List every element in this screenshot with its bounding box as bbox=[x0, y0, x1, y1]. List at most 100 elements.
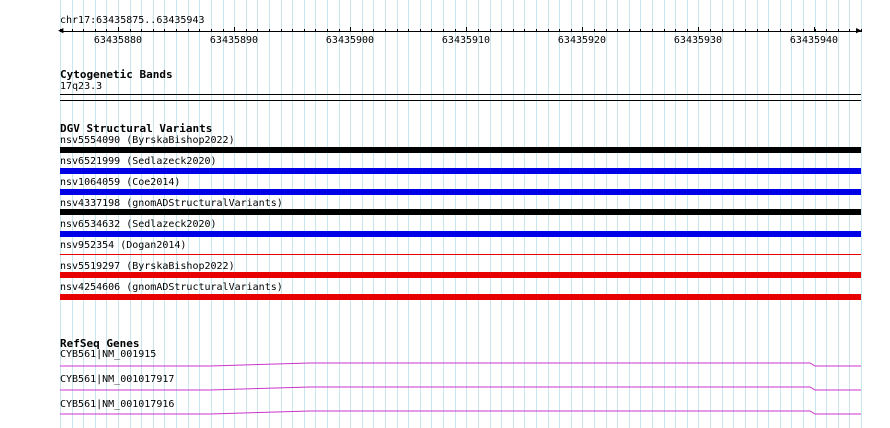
ruler-minor-tick bbox=[153, 29, 154, 32]
region-label: chr17:63435875..63435943 bbox=[60, 15, 205, 26]
ruler-minor-tick bbox=[281, 29, 282, 32]
ruler-minor-tick bbox=[815, 29, 816, 32]
dgv-track-title[interactable]: DGV Structural Variants bbox=[60, 122, 212, 135]
ruler-minor-tick bbox=[164, 29, 165, 32]
ruler-minor-tick bbox=[397, 29, 398, 32]
ruler-minor-tick bbox=[199, 29, 200, 32]
ruler-minor-tick bbox=[745, 29, 746, 32]
gene-model[interactable] bbox=[0, 360, 890, 370]
ruler-minor-tick bbox=[327, 29, 328, 32]
dgv-feature-label: nsv952354 (Dogan2014) bbox=[60, 240, 187, 251]
ruler-minor-tick bbox=[304, 29, 305, 32]
cytoband-label: 17q23.3 bbox=[60, 81, 103, 92]
ruler-tick-label: 63435900 bbox=[325, 35, 375, 46]
ruler-minor-tick bbox=[188, 29, 189, 32]
dgv-feature-bar[interactable] bbox=[60, 231, 861, 237]
gene-model[interactable] bbox=[0, 384, 890, 394]
ruler-minor-tick bbox=[339, 29, 340, 32]
ruler-minor-tick bbox=[83, 29, 84, 32]
ruler-minor-tick bbox=[257, 29, 258, 32]
ruler-minor-tick bbox=[362, 29, 363, 32]
ruler-minor-tick bbox=[582, 29, 583, 32]
ruler-minor-tick bbox=[733, 29, 734, 32]
ruler-minor-tick bbox=[559, 29, 560, 32]
ruler-minor-tick bbox=[640, 29, 641, 32]
ruler-minor-tick bbox=[606, 29, 607, 32]
dgv-feature-label: nsv6521999 (Sedlazeck2020) bbox=[60, 156, 217, 167]
ruler-minor-tick bbox=[698, 29, 699, 32]
ruler-minor-tick bbox=[223, 29, 224, 32]
ruler-minor-tick bbox=[234, 29, 235, 32]
dgv-feature-label: nsv5554090 (ByrskaBishop2022) bbox=[60, 135, 235, 146]
dgv-feature-bar[interactable] bbox=[60, 272, 861, 278]
dgv-feature-bar[interactable] bbox=[60, 294, 861, 300]
ruler-minor-tick bbox=[687, 29, 688, 32]
gene-model[interactable] bbox=[0, 408, 890, 418]
ruler-minor-tick bbox=[95, 29, 96, 32]
ruler-minor-tick bbox=[838, 29, 839, 32]
ruler-minor-tick bbox=[757, 29, 758, 32]
ruler-minor-tick bbox=[408, 29, 409, 32]
dgv-feature-bar[interactable] bbox=[60, 168, 861, 174]
genome-browser: chr17:63435875..63435943 ◀ ▶ 63435880634… bbox=[0, 0, 890, 428]
cytoband-line-bottom bbox=[60, 100, 861, 101]
ruler-tick-label: 63435890 bbox=[209, 35, 259, 46]
dgv-feature-bar[interactable] bbox=[60, 147, 861, 153]
ruler-tick-label: 63435940 bbox=[789, 35, 839, 46]
ruler-minor-tick bbox=[571, 29, 572, 32]
ruler-minor-tick bbox=[513, 29, 514, 32]
ruler-minor-tick bbox=[478, 29, 479, 32]
ruler-minor-tick bbox=[710, 29, 711, 32]
ruler-minor-tick bbox=[791, 29, 792, 32]
ruler-minor-tick bbox=[211, 29, 212, 32]
ruler-minor-tick bbox=[861, 29, 862, 32]
ruler-minor-tick bbox=[780, 29, 781, 32]
ruler-minor-tick bbox=[420, 29, 421, 32]
dgv-feature-bar[interactable] bbox=[60, 189, 861, 195]
ruler-minor-tick bbox=[315, 29, 316, 32]
ruler-minor-tick bbox=[443, 29, 444, 32]
ruler-minor-tick bbox=[373, 29, 374, 32]
ruler-minor-tick bbox=[466, 29, 467, 32]
dgv-feature-label: nsv1064059 (Coe2014) bbox=[60, 177, 181, 188]
ruler-minor-tick bbox=[768, 29, 769, 32]
ruler-minor-tick bbox=[60, 29, 61, 32]
cytoband-line-top bbox=[60, 94, 861, 95]
ruler-minor-tick bbox=[269, 29, 270, 32]
ruler-minor-tick bbox=[664, 29, 665, 32]
ruler-minor-tick bbox=[106, 29, 107, 32]
ruler-minor-tick bbox=[548, 29, 549, 32]
ruler-tick-label: 63435920 bbox=[557, 35, 607, 46]
ruler-tick-label: 63435930 bbox=[673, 35, 723, 46]
ruler-minor-tick bbox=[652, 29, 653, 32]
dgv-feature-bar[interactable] bbox=[60, 209, 861, 215]
ruler-minor-tick bbox=[246, 29, 247, 32]
dgv-feature-label: nsv4254606 (gnomADStructuralVariants) bbox=[60, 282, 283, 293]
ruler-minor-tick bbox=[490, 29, 491, 32]
ruler-minor-tick bbox=[524, 29, 525, 32]
ruler-tick-label: 63435910 bbox=[441, 35, 491, 46]
ruler-minor-tick bbox=[629, 29, 630, 32]
ruler-minor-tick bbox=[675, 29, 676, 32]
ruler-minor-tick bbox=[385, 29, 386, 32]
dgv-feature-label: nsv6534632 (Sedlazeck2020) bbox=[60, 219, 217, 230]
ruler-minor-tick bbox=[826, 29, 827, 32]
ruler-minor-tick bbox=[536, 29, 537, 32]
ruler-minor-tick bbox=[617, 29, 618, 32]
ruler-minor-tick bbox=[594, 29, 595, 32]
ruler-minor-tick bbox=[118, 29, 119, 32]
ruler-minor-tick bbox=[141, 29, 142, 32]
dgv-feature-bar[interactable] bbox=[60, 254, 861, 255]
ruler-minor-tick bbox=[72, 29, 73, 32]
cytoband-track-title[interactable]: Cytogenetic Bands bbox=[60, 68, 173, 81]
ruler-tick-label: 63435880 bbox=[93, 35, 143, 46]
ruler-minor-tick bbox=[350, 29, 351, 32]
ruler-minor-tick bbox=[431, 29, 432, 32]
ruler-minor-tick bbox=[722, 29, 723, 32]
ruler-minor-tick bbox=[501, 29, 502, 32]
ruler-minor-tick bbox=[130, 29, 131, 32]
ruler-minor-tick bbox=[292, 29, 293, 32]
ruler-minor-tick bbox=[803, 29, 804, 32]
ruler-minor-tick bbox=[849, 29, 850, 32]
ruler-minor-tick bbox=[176, 29, 177, 32]
